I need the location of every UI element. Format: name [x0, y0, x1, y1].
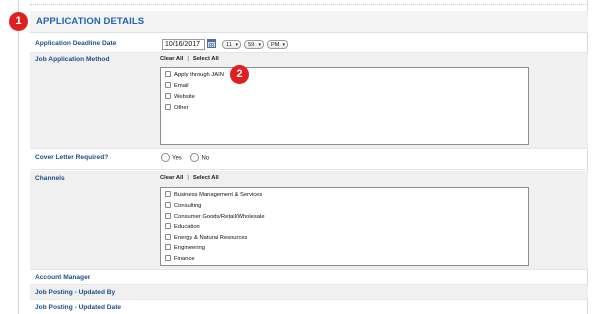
deadline-row: Application Deadline Date 10/16/2017 11 ▾…: [30, 34, 588, 53]
channel-option-label: Education: [174, 224, 200, 230]
channels-label: Channels: [35, 175, 65, 182]
method-option-label: Other: [174, 105, 189, 111]
channel-option[interactable]: Energy & Natural Resources: [165, 233, 248, 242]
method-row: Job Application Method Clear All | Select …: [30, 53, 588, 149]
account-manager-label: Account Manager: [35, 274, 91, 281]
cover-letter-row: Cover Letter Required? Yes No: [30, 149, 588, 170]
method-option-label: Website: [174, 94, 195, 100]
separator: |: [187, 175, 189, 181]
checkbox[interactable]: [165, 254, 171, 261]
checkbox[interactable]: [165, 201, 171, 208]
checkbox[interactable]: [165, 222, 171, 229]
deadline-date-input[interactable]: 10/16/2017: [162, 39, 205, 50]
calendar-icon[interactable]: [207, 39, 216, 48]
minute-select[interactable]: 59 ▾: [244, 40, 264, 49]
updated-by-label: Job Posting - Updated By: [35, 289, 116, 296]
channel-option[interactable]: Engineering: [165, 243, 205, 252]
hour-value: 11: [226, 42, 232, 48]
channels-bulk-actions: Clear All | Select All: [160, 175, 219, 181]
channel-option-label: Engineering: [174, 245, 205, 251]
method-option[interactable]: Website: [165, 92, 195, 101]
radio-yes-label: Yes: [172, 155, 182, 162]
channels-options-panel: Business Management & Services Consultin…: [160, 187, 529, 266]
method-option-label: Email: [174, 83, 189, 89]
channel-option-label: Consulting: [174, 203, 202, 209]
method-clear-all-link[interactable]: Clear All: [160, 56, 183, 62]
checkbox[interactable]: [165, 233, 171, 240]
channel-option-label: Consumer Goods/Retail/Wholesale: [174, 214, 265, 220]
section-title: APPLICATION DETAILS: [36, 16, 145, 27]
updated-date-label: Job Posting - Updated Date: [35, 304, 122, 311]
minute-value: 59: [248, 42, 255, 48]
method-label: Job Application Method: [35, 56, 110, 63]
ampm-select[interactable]: PM ▾: [267, 40, 288, 49]
checkbox[interactable]: [165, 81, 171, 88]
method-option[interactable]: Apply through JAIN: [165, 70, 224, 79]
cover-letter-label: Cover Letter Required?: [35, 154, 109, 161]
checkbox[interactable]: [165, 70, 171, 77]
channel-option-label: Business Management & Services: [174, 192, 263, 198]
method-option[interactable]: Email: [165, 81, 189, 90]
updated-date-row: Job Posting - Updated Date: [30, 300, 588, 314]
radio-button[interactable]: [161, 153, 170, 162]
checkbox[interactable]: [165, 190, 171, 197]
checkbox[interactable]: [165, 103, 171, 110]
chevron-down-icon: ▾: [282, 42, 285, 48]
method-option[interactable]: Other: [165, 103, 189, 112]
updated-by-row: Job Posting - Updated By: [30, 285, 588, 300]
method-options-panel: Apply through JAIN Email Website Other: [160, 67, 529, 145]
top-divider: [30, 4, 588, 5]
callout-badge-2: 2: [230, 65, 249, 84]
channel-option[interactable]: Consulting: [165, 201, 202, 210]
checkbox[interactable]: [165, 212, 171, 219]
hour-select[interactable]: 11 ▾: [222, 40, 241, 49]
channel-option[interactable]: Education: [165, 222, 200, 231]
separator: |: [187, 56, 189, 62]
channels-row: Channels Clear All | Select All Business M…: [30, 171, 588, 270]
chevron-down-icon: ▾: [235, 42, 238, 48]
method-option-label: Apply through JAIN: [174, 72, 224, 78]
channel-option-label: Energy & Natural Resources: [174, 235, 248, 241]
channels-clear-all-link[interactable]: Clear All: [160, 175, 183, 181]
channel-option[interactable]: Finance: [165, 254, 195, 263]
ampm-value: PM: [271, 42, 280, 48]
channels-select-all-link[interactable]: Select All: [193, 175, 219, 181]
radio-no-label: No: [201, 155, 210, 162]
cover-letter-radio-group: Yes No: [161, 153, 216, 162]
channel-option[interactable]: Consumer Goods/Retail/Wholesale: [165, 212, 265, 221]
callout-badge-1: 1: [9, 12, 28, 31]
section-header: APPLICATION DETAILS: [30, 11, 588, 33]
channel-option-label: Finance: [174, 256, 195, 262]
account-manager-row: Account Manager: [30, 270, 588, 285]
checkbox[interactable]: [165, 243, 171, 250]
channel-option[interactable]: Business Management & Services: [165, 190, 263, 199]
chevron-down-icon: ▾: [258, 42, 261, 48]
radio-button[interactable]: [190, 153, 200, 162]
method-bulk-actions: Clear All | Select All: [160, 56, 219, 62]
deadline-label: Application Deadline Date: [35, 40, 117, 47]
cover-letter-yes-option[interactable]: Yes: [161, 153, 182, 162]
cover-letter-no-option[interactable]: No: [190, 153, 210, 162]
method-select-all-link[interactable]: Select All: [193, 56, 219, 62]
checkbox[interactable]: [165, 92, 171, 99]
